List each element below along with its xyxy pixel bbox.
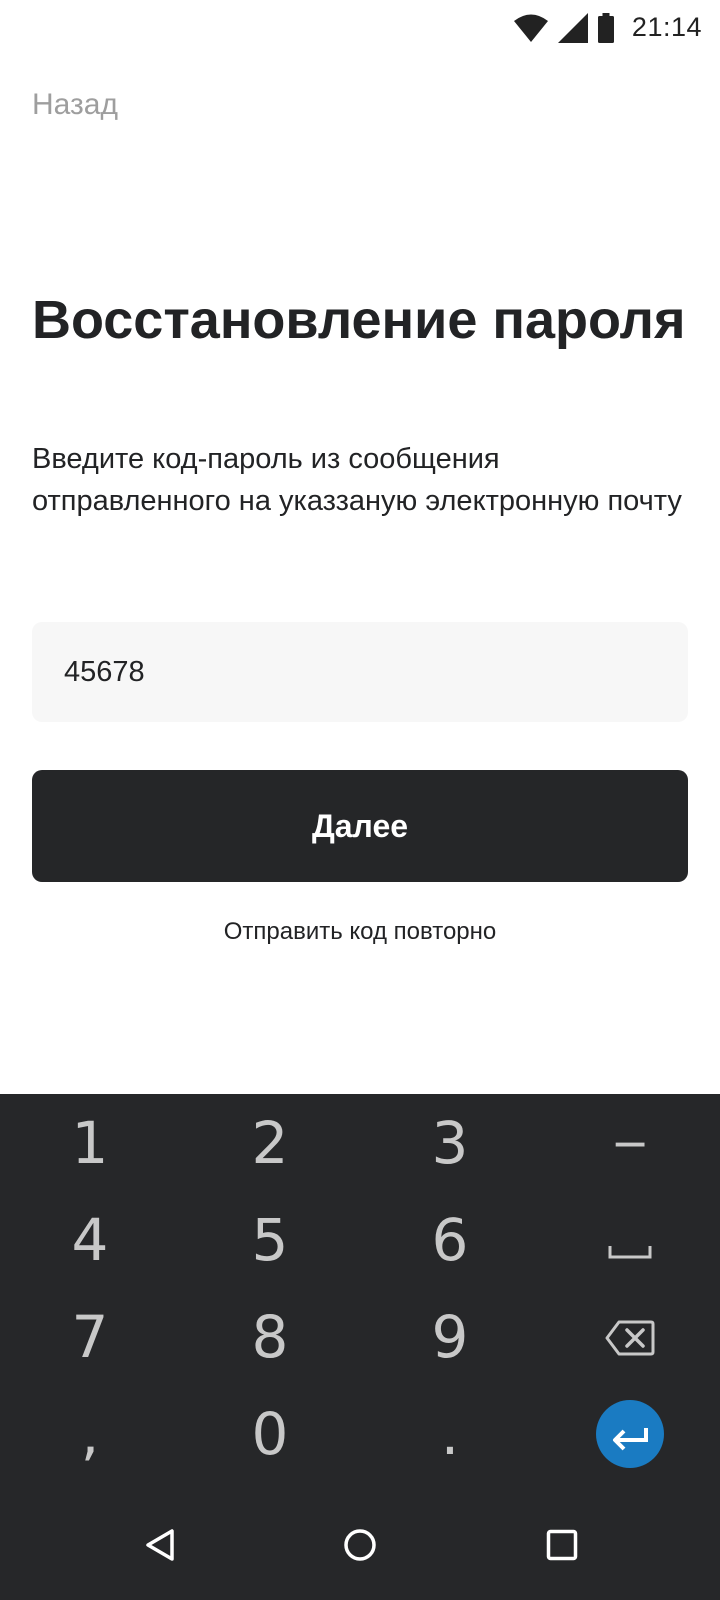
code-input[interactable] <box>32 622 688 722</box>
home-circle-icon <box>343 1528 377 1567</box>
backspace-icon <box>605 1303 655 1371</box>
key-enter[interactable] <box>540 1385 720 1482</box>
nav-home-button[interactable] <box>320 1512 400 1582</box>
page-title: Восстановление пароля <box>32 290 686 350</box>
key-4[interactable]: 4 <box>0 1191 180 1288</box>
numeric-keyboard: 1 2 3 − 4 5 6 7 8 9 , 0 . <box>0 1094 720 1600</box>
key-7[interactable]: 7 <box>0 1288 180 1385</box>
status-icons: 21:14 <box>513 12 702 43</box>
back-link[interactable]: Назад <box>32 88 118 122</box>
key-9[interactable]: 9 <box>360 1288 540 1385</box>
cellular-signal-icon <box>557 12 588 43</box>
status-time: 21:14 <box>631 12 702 42</box>
key-6[interactable]: 6 <box>360 1191 540 1288</box>
status-bar: 21:14 <box>0 0 720 60</box>
space-icon <box>608 1206 652 1274</box>
key-minus[interactable]: − <box>540 1094 720 1191</box>
recents-square-icon <box>546 1529 578 1566</box>
resend-code-link[interactable]: Отправить код повторно <box>0 918 720 946</box>
key-comma[interactable]: , <box>0 1385 180 1482</box>
wifi-icon <box>513 14 548 42</box>
page-subtitle: Введите код-пароль из сообщения отправле… <box>32 443 682 517</box>
key-0[interactable]: 0 <box>180 1385 360 1482</box>
battery-icon <box>597 12 614 43</box>
key-2[interactable]: 2 <box>180 1094 360 1191</box>
key-5[interactable]: 5 <box>180 1191 360 1288</box>
key-space[interactable] <box>540 1191 720 1288</box>
key-8[interactable]: 8 <box>180 1288 360 1385</box>
key-1[interactable]: 1 <box>0 1094 180 1191</box>
enter-icon <box>610 1400 650 1468</box>
enter-button-bg <box>596 1399 664 1468</box>
key-3[interactable]: 3 <box>360 1094 540 1191</box>
key-backspace[interactable] <box>540 1288 720 1385</box>
nav-recents-button[interactable] <box>522 1512 602 1582</box>
next-button[interactable]: Далее <box>32 770 688 882</box>
key-dot[interactable]: . <box>360 1385 540 1482</box>
back-triangle-icon <box>145 1528 175 1567</box>
navigation-bar <box>0 1494 720 1600</box>
nav-back-button[interactable] <box>120 1512 200 1582</box>
